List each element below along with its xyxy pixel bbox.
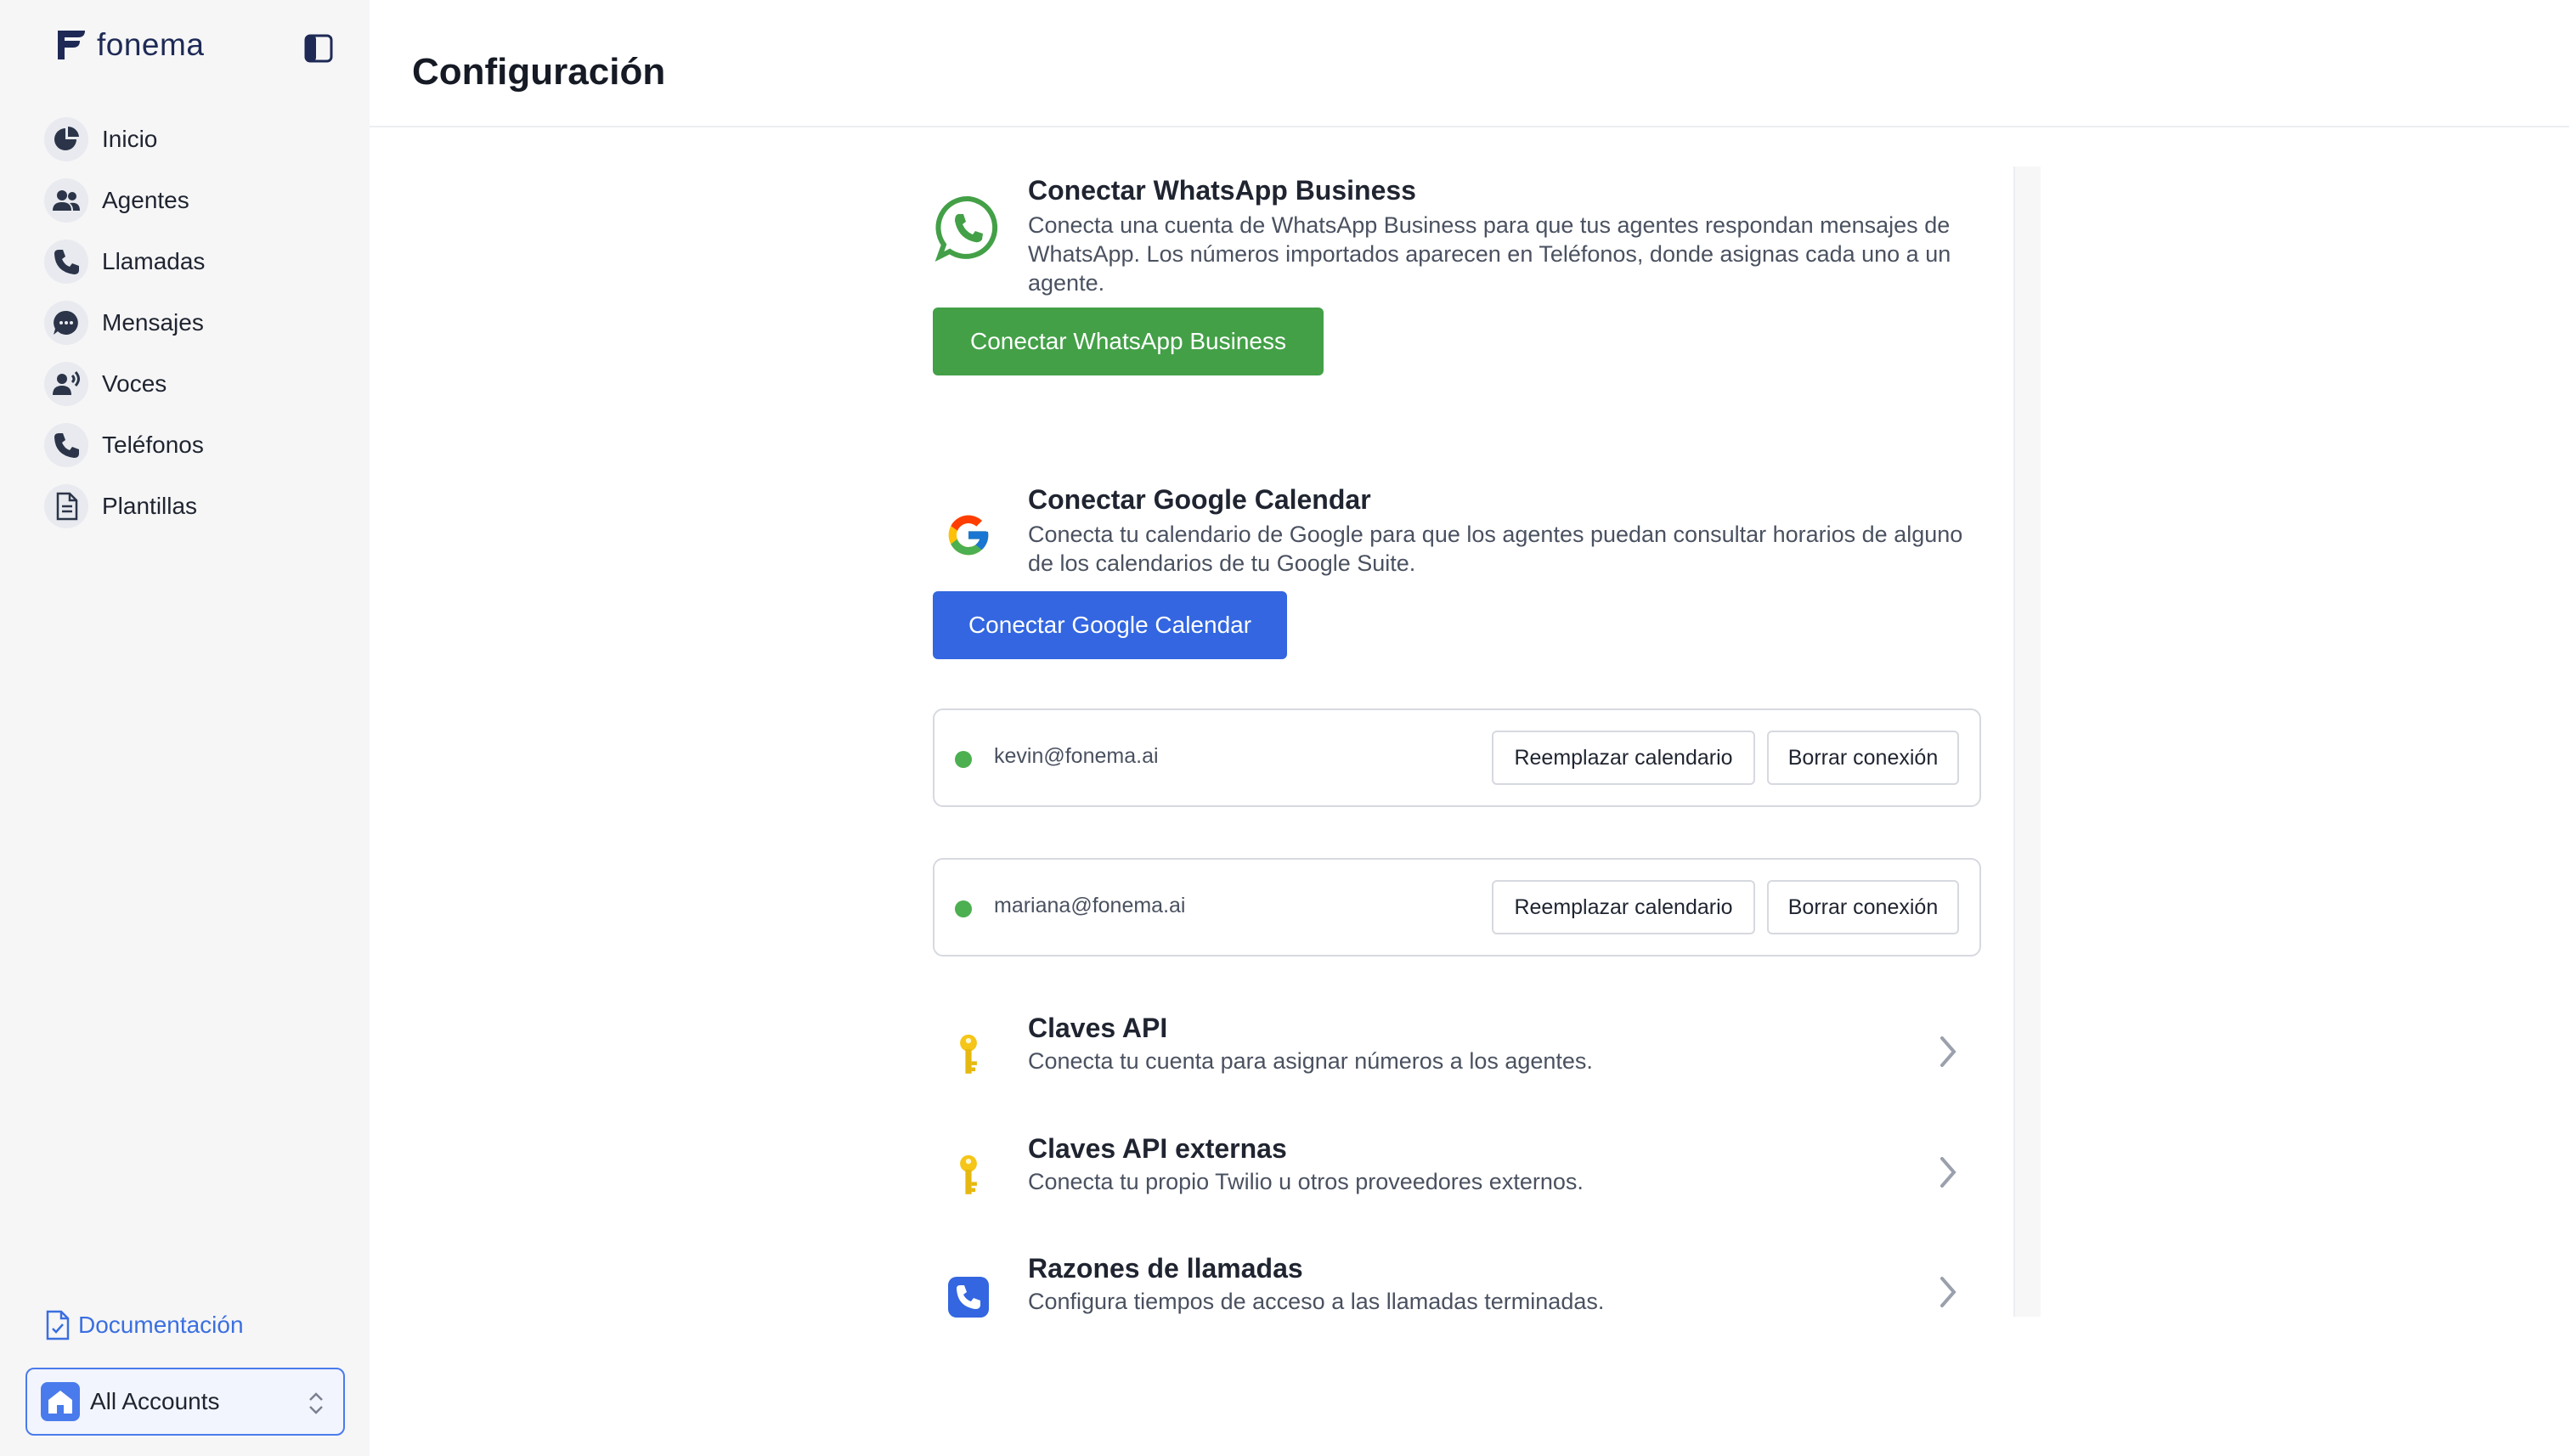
status-dot	[955, 900, 972, 917]
page-title: Configuración	[412, 51, 666, 93]
sidebar-item-label: Voces	[102, 370, 167, 397]
brand-name: fonema	[97, 27, 205, 62]
documentation-link[interactable]: Documentación	[44, 1310, 244, 1340]
key-icon	[933, 1021, 1004, 1092]
account-label: All Accounts	[90, 1388, 220, 1414]
documentation-label: Documentación	[78, 1312, 244, 1338]
whatsapp-section: Conectar WhatsApp Business Conecta una c…	[933, 166, 1986, 379]
phone-icon	[44, 423, 88, 467]
google-calendar-title: Conectar Google Calendar	[1028, 484, 1371, 515]
row-title: Claves API	[1028, 1013, 1168, 1043]
account-switcher[interactable]: All Accounts	[25, 1368, 345, 1436]
row-description: Conecta tu propio Twilio u otros proveed…	[1028, 1169, 1584, 1194]
sidebar-item-label: Mensajes	[102, 309, 204, 336]
phone-badge-icon	[933, 1261, 1004, 1333]
sidebar-item-voces[interactable]: Voces	[44, 353, 350, 415]
sidebar-item-plantillas[interactable]: Plantillas	[44, 476, 350, 537]
replace-calendar-button[interactable]: Reemplazar calendario	[1492, 880, 1755, 934]
page-header: Configuración	[370, 0, 2569, 127]
sidebar-item-label: Agentes	[102, 187, 189, 213]
settings-link-claves-api-externas[interactable]: Claves API externas Conecta tu propio Tw…	[933, 1133, 1986, 1227]
chevron-right-icon	[1940, 1157, 1956, 1188]
document-check-icon	[46, 1310, 70, 1340]
sidebar-item-label: Llamadas	[102, 248, 206, 274]
calendar-connection-card: mariana@fonema.ai Reemplazar calendario …	[933, 858, 1981, 957]
delete-connection-button[interactable]: Borrar conexión	[1767, 880, 1959, 934]
chevron-up-down-icon	[309, 1392, 323, 1414]
row-title: Claves API externas	[1028, 1133, 1287, 1164]
home-icon	[41, 1382, 80, 1421]
sidebar-item-llamadas[interactable]: Llamadas	[44, 231, 350, 292]
connect-whatsapp-button[interactable]: Conectar WhatsApp Business	[933, 308, 1324, 375]
google-calendar-description: Conecta tu calendario de Google para que…	[1028, 522, 1963, 576]
sidebar-nav: Inicio Agentes Llamadas Mensajes Voces T…	[44, 109, 350, 537]
sidebar: fonema Inicio Agentes Llamadas Mensajes …	[0, 0, 370, 1456]
sidebar-item-telefonos[interactable]: Teléfonos	[44, 415, 350, 476]
sidebar-toggle-icon[interactable]	[304, 34, 333, 63]
row-description: Conecta tu cuenta para asignar números a…	[1028, 1048, 1593, 1074]
chevron-right-icon	[1940, 1277, 1956, 1307]
users-icon	[44, 178, 88, 223]
voice-icon	[44, 362, 88, 406]
chat-bubble-icon	[44, 301, 88, 345]
key-icon	[933, 1142, 1004, 1213]
phone-icon	[44, 240, 88, 284]
connection-email: kevin@fonema.ai	[994, 744, 1159, 768]
row-title: Razones de llamadas	[1028, 1253, 1303, 1284]
delete-connection-button[interactable]: Borrar conexión	[1767, 731, 1959, 785]
document-icon	[44, 484, 88, 528]
logo[interactable]: fonema	[51, 25, 204, 65]
sidebar-item-label: Inicio	[102, 126, 158, 152]
sidebar-item-label: Teléfonos	[102, 432, 204, 458]
chevron-right-icon	[1940, 1036, 1956, 1067]
whatsapp-description: Conecta una cuenta de WhatsApp Business …	[1028, 212, 1951, 296]
replace-calendar-button[interactable]: Reemplazar calendario	[1492, 731, 1755, 785]
sidebar-item-agentes[interactable]: Agentes	[44, 170, 350, 231]
calendar-connection-card: kevin@fonema.ai Reemplazar calendario Bo…	[933, 708, 1981, 807]
google-icon	[933, 499, 1004, 571]
whatsapp-title: Conectar WhatsApp Business	[1028, 175, 1416, 206]
settings-link-claves-api[interactable]: Claves API Conecta tu cuenta para asigna…	[933, 1013, 1986, 1106]
status-dot	[955, 751, 972, 768]
fonema-logo-icon	[58, 31, 85, 59]
whatsapp-icon	[933, 192, 1004, 263]
pie-chart-icon	[44, 117, 88, 161]
sidebar-item-inicio[interactable]: Inicio	[44, 109, 350, 170]
content-scrollbar[interactable]	[2013, 166, 2041, 1317]
sidebar-item-label: Plantillas	[102, 493, 198, 519]
google-calendar-section: Conectar Google Calendar Conecta tu cale…	[933, 483, 1986, 661]
row-description: Configura tiempos de acceso a las llamad…	[1028, 1289, 1605, 1314]
settings-link-razones-de-llamadas[interactable]: Razones de llamadas Configura tiempos de…	[933, 1253, 1986, 1346]
connect-google-calendar-button[interactable]: Conectar Google Calendar	[933, 591, 1287, 659]
connection-email: mariana@fonema.ai	[994, 894, 1186, 917]
sidebar-item-mensajes[interactable]: Mensajes	[44, 292, 350, 353]
